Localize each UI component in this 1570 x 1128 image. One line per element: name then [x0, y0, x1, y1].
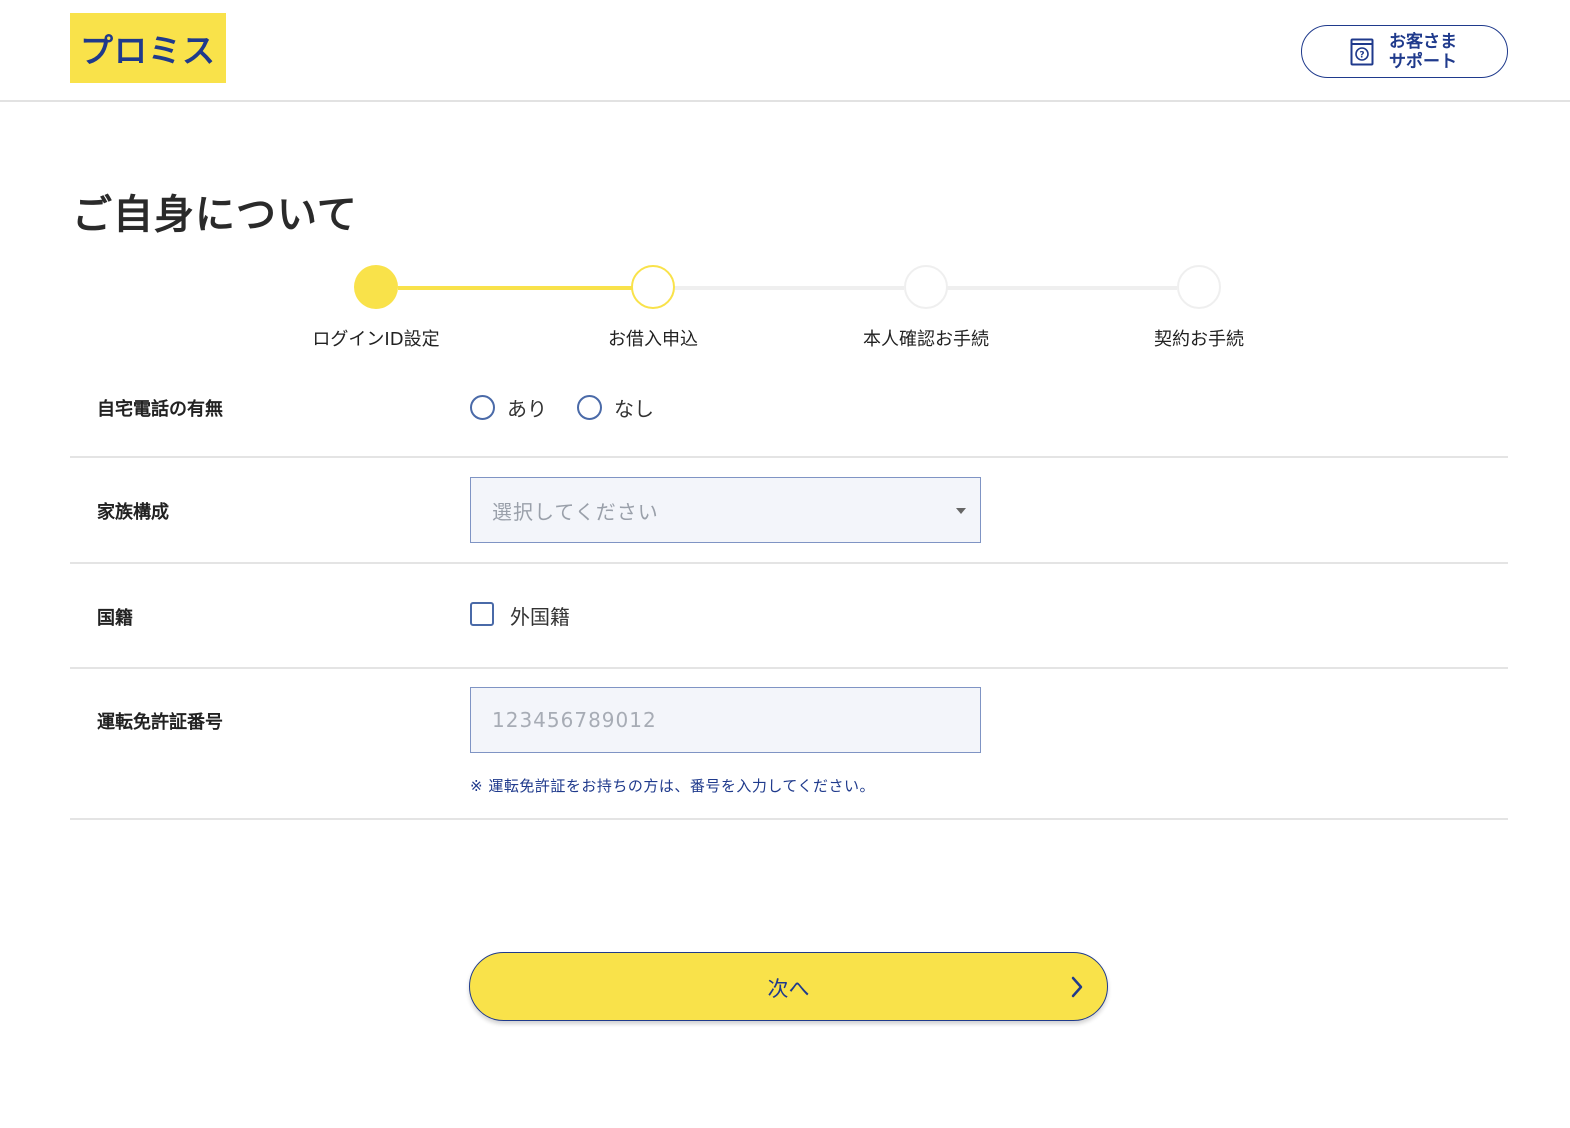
support-label-line2: サポート [1389, 52, 1457, 72]
license-note: ※ 運転免許証をお持ちの方は、番号を入力してください。 [470, 777, 875, 795]
step-connector-3 [946, 286, 1177, 290]
step-dot-contract [1177, 265, 1221, 309]
radio-home-phone-yes-label[interactable]: あり [507, 393, 547, 422]
promise-logo[interactable]: プロミス [70, 13, 226, 83]
page: プロミス ? お客さま サポート ご自身について ログインID設定 お借入申込 … [0, 0, 1570, 1128]
license-label: 運転免許証番号 [97, 712, 223, 733]
radio-home-phone-no-label[interactable]: なし [614, 393, 654, 422]
license-number-input[interactable] [470, 687, 981, 753]
step-dot-login-id [354, 265, 398, 309]
home-phone-radio-group: あり なし [470, 393, 684, 422]
step-label-application: お借入申込 [608, 329, 698, 350]
family-label: 家族構成 [97, 502, 169, 523]
step-label-identity: 本人確認お手続 [863, 329, 989, 350]
step-connector-2 [674, 286, 904, 290]
form-row-license: 運転免許証番号 ※ 運転免許証をお持ちの方は、番号を入力してください。 [70, 669, 1508, 820]
home-phone-label: 自宅電話の有無 [97, 399, 223, 420]
customer-support-button[interactable]: ? お客さま サポート [1301, 25, 1508, 78]
step-dot-application [631, 265, 675, 309]
family-select[interactable]: 選択してください [470, 477, 981, 543]
support-book-icon: ? [1350, 38, 1374, 66]
foreign-nationality-checkbox[interactable] [470, 602, 494, 626]
support-label: お客さま サポート [1389, 32, 1489, 72]
support-label-line1: お客さま [1389, 32, 1457, 52]
progress-stepper: ログインID設定 お借入申込 本人確認お手続 契約お手続 [0, 262, 1570, 362]
step-label-login-id: ログインID設定 [312, 329, 440, 350]
header: プロミス ? お客さま サポート [0, 0, 1570, 102]
foreign-nationality-checkbox-label[interactable]: 外国籍 [510, 601, 570, 630]
logo-text: プロミス [80, 31, 216, 70]
chevron-right-icon [1071, 976, 1083, 998]
chevron-down-icon [956, 508, 966, 514]
form-row-home-phone: 自宅電話の有無 あり なし [70, 366, 1508, 458]
nationality-label: 国籍 [97, 608, 133, 629]
step-connector-1 [398, 286, 632, 290]
form-row-family: 家族構成 選択してください [70, 458, 1508, 564]
form-row-nationality: 国籍 外国籍 [70, 564, 1508, 669]
step-label-contract: 契約お手続 [1154, 329, 1244, 350]
family-select-placeholder: 選択してください [492, 500, 659, 524]
radio-home-phone-no[interactable] [577, 395, 602, 420]
radio-home-phone-yes[interactable] [470, 395, 495, 420]
step-dot-identity [904, 265, 948, 309]
svg-text:?: ? [1359, 51, 1364, 61]
next-button[interactable]: 次へ [469, 952, 1108, 1021]
page-title: ご自身について [72, 192, 358, 238]
next-button-label: 次へ [767, 977, 810, 1001]
